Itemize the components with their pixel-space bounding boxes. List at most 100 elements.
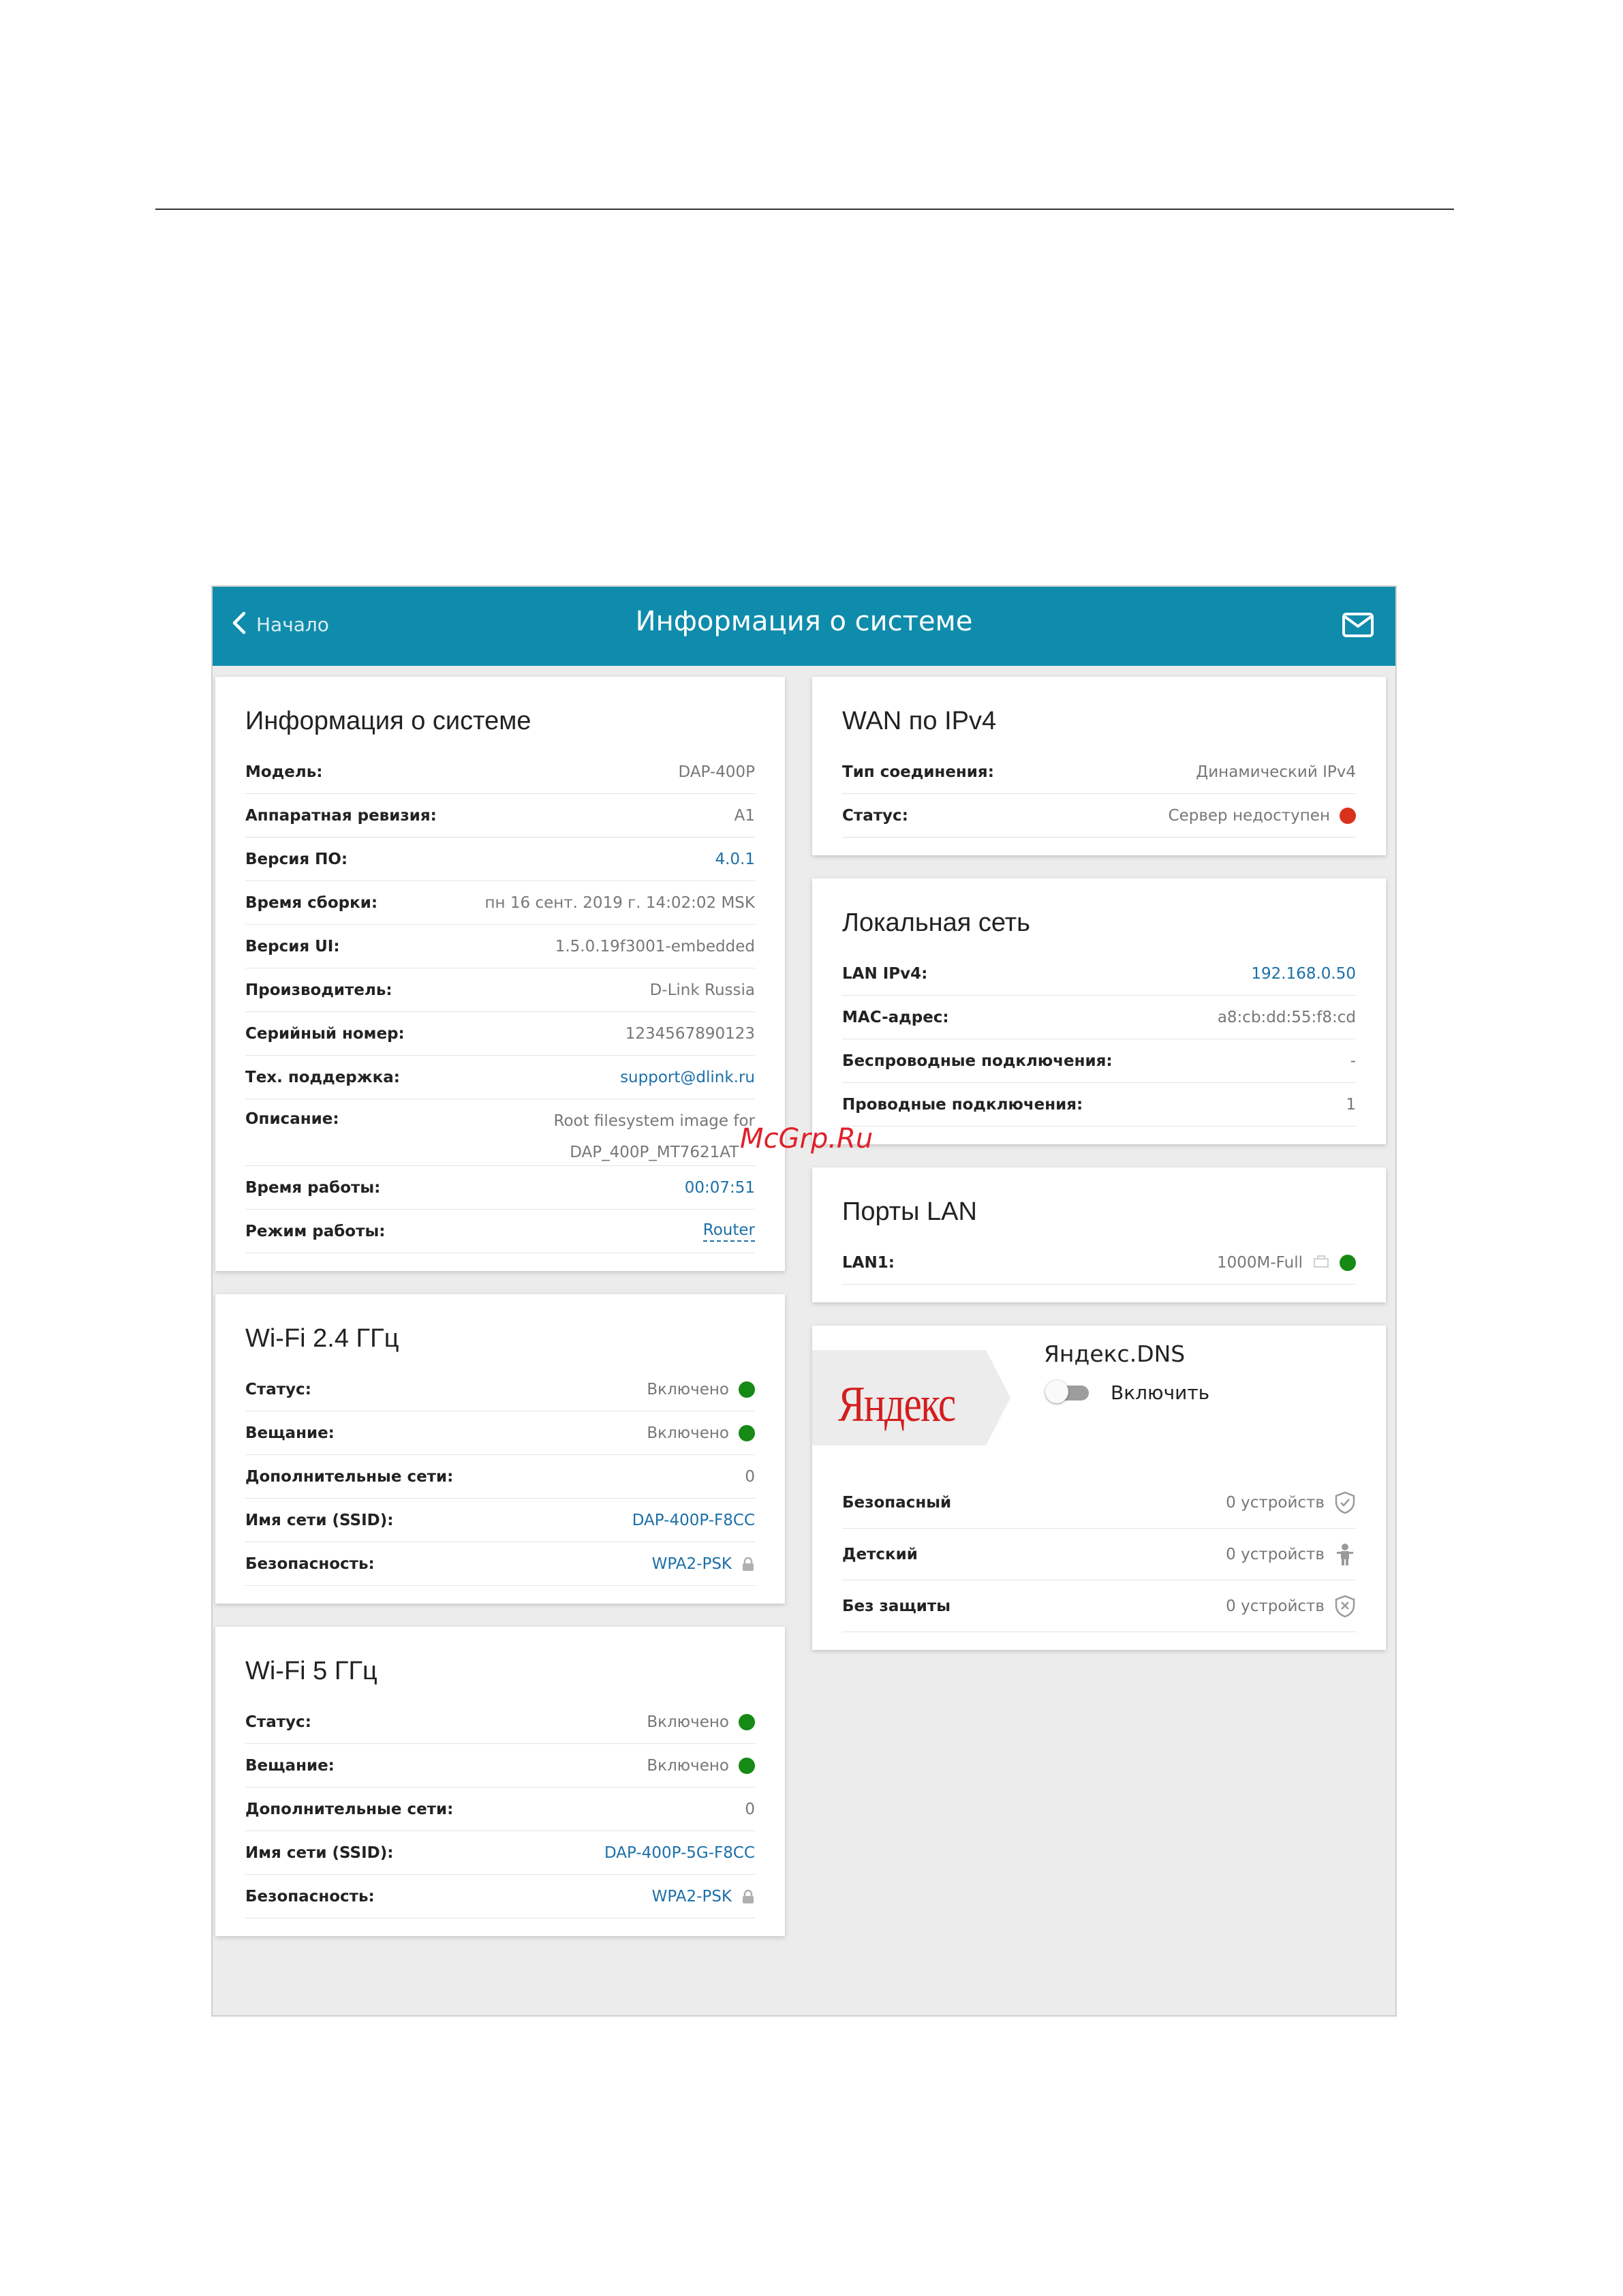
security-link[interactable]: WPA2-PSK — [652, 1555, 732, 1573]
info-row: Производитель: D-Link Russia — [245, 968, 755, 1012]
info-row: Описание: Root filesystem image for DAP_… — [245, 1099, 755, 1166]
ethernet-port-icon — [1312, 1253, 1330, 1272]
row-label: MAC-адрес: — [842, 1008, 949, 1026]
row-label: Версия ПО: — [245, 850, 348, 868]
row-value: WPA2-PSK — [652, 1888, 755, 1905]
status-dot-icon — [1340, 1254, 1356, 1271]
card-title: Локальная сеть — [842, 908, 1030, 937]
security-link[interactable]: WPA2-PSK — [652, 1888, 732, 1905]
row-label: Статус: — [842, 806, 908, 825]
watermark-text: McGrp.Ru — [740, 1123, 874, 1154]
row-value: Сервер недоступен — [1169, 807, 1356, 825]
operation-mode-link[interactable]: Router — [702, 1221, 755, 1242]
description-value: Root filesystem image for DAP_400P_MT762… — [554, 1110, 756, 1163]
row-value: D-Link Russia — [649, 981, 755, 999]
row-value: 0 устройств — [1226, 1491, 1356, 1514]
child-icon — [1334, 1543, 1356, 1566]
card-title: Порты LAN — [842, 1197, 977, 1226]
status-dot-icon — [739, 1713, 755, 1730]
row-label: Описание: — [245, 1110, 339, 1128]
row-label: Статус: — [245, 1713, 311, 1731]
lan-ip-link[interactable]: 192.168.0.50 — [1251, 965, 1356, 983]
row-value: 0 — [745, 1800, 755, 1818]
info-row: Проводные подключения: 1 — [842, 1083, 1356, 1127]
info-row: Безопасность: WPA2-PSK — [245, 1542, 755, 1586]
card-title: Wi-Fi 5 ГГц — [245, 1657, 377, 1685]
row-value: DAP-400P — [678, 763, 755, 781]
row-label: Тип соединения: — [842, 763, 994, 781]
router-web-ui: Начало Информация о системе Информация о… — [211, 585, 1397, 2017]
row-label: Безопасность: — [245, 1887, 375, 1905]
ssid-link[interactable]: DAP-400P-F8CC — [632, 1512, 755, 1529]
row-label: LAN IPv4: — [842, 964, 928, 983]
row-value: Включено — [647, 1713, 755, 1731]
lock-icon — [741, 1557, 755, 1572]
status-text: Включено — [647, 1713, 729, 1731]
row-value: 1234567890123 — [625, 1024, 755, 1043]
status-dot-icon — [739, 1757, 755, 1774]
port-speed: 1000M-Full — [1216, 1253, 1303, 1272]
card-title: WAN по IPv4 — [842, 707, 997, 735]
dns-mode-row: Детский 0 устройств — [842, 1529, 1356, 1580]
info-row: Дополнительные сети: 0 — [245, 1455, 755, 1499]
yandex-dns-title: Яндекс.DNS — [1044, 1341, 1186, 1367]
row-label: Дополнительные сети: — [245, 1800, 454, 1818]
row-label: Статус: — [245, 1380, 311, 1398]
row-value: Включено — [647, 1424, 755, 1442]
row-value: 1 — [1346, 1095, 1356, 1114]
card-title: Wi-Fi 2.4 ГГц — [245, 1324, 399, 1353]
dns-mode-row: Безопасный 0 устройств — [842, 1477, 1356, 1529]
device-count: 0 устройств — [1226, 1545, 1325, 1563]
row-value: 0 устройств — [1226, 1595, 1356, 1618]
row-value: Включено — [647, 1381, 755, 1398]
status-dot-icon — [739, 1381, 755, 1398]
info-row: Беспроводные подключения: - — [842, 1039, 1356, 1083]
app-header: Начало Информация о системе — [213, 587, 1395, 666]
firmware-version-link[interactable]: 4.0.1 — [715, 851, 755, 868]
status-text: Включено — [647, 1380, 729, 1398]
info-row: Дополнительные сети: 0 — [245, 1788, 755, 1831]
system-info-card: Информация о системе Модель: DAP-400P Апп… — [215, 677, 785, 1271]
page-title: Информация о системе — [635, 606, 973, 637]
notifications-button[interactable] — [1342, 613, 1374, 640]
row-label: Проводные подключения: — [842, 1095, 1083, 1114]
yandex-dns-toggle[interactable] — [1045, 1380, 1092, 1403]
shield-check-icon — [1334, 1491, 1356, 1514]
row-label: Версия UI: — [245, 937, 340, 955]
row-label: Беспроводные подключения: — [842, 1052, 1113, 1070]
row-label: Аппаратная ревизия: — [245, 806, 437, 825]
row-label: Время сборки: — [245, 893, 378, 912]
info-row: Вещание: Включено — [245, 1744, 755, 1788]
row-label: Дополнительные сети: — [245, 1467, 454, 1486]
page-top-rule — [155, 209, 1454, 210]
right-column: WAN по IPv4 Тип соединения: Динамический … — [812, 677, 1386, 1673]
row-label: Без защиты — [842, 1597, 951, 1615]
row-value: 0 — [745, 1467, 755, 1486]
device-count: 0 устройств — [1226, 1597, 1325, 1615]
status-dot-icon — [739, 1424, 755, 1441]
description-line-1: Root filesystem image for — [553, 1112, 756, 1130]
status-text: Сервер недоступен — [1168, 806, 1330, 825]
ssid-link[interactable]: DAP-400P-5G-F8CC — [604, 1844, 755, 1862]
row-label: Имя сети (SSID): — [245, 1843, 394, 1862]
shield-x-icon — [1334, 1595, 1356, 1618]
row-value: 1.5.0.19f3001-embedded — [555, 937, 755, 955]
info-row: Время работы: 00:07:51 — [245, 1166, 755, 1210]
info-row: Версия UI: 1.5.0.19f3001-embedded — [245, 925, 755, 968]
row-value: Динамический IPv4 — [1196, 763, 1356, 781]
lan-ports-card: Порты LAN LAN1: 1000M-Full — [812, 1167, 1386, 1302]
row-label: Модель: — [245, 763, 323, 781]
row-label: Тех. поддержка: — [245, 1068, 400, 1086]
row-value: WPA2-PSK — [652, 1555, 755, 1573]
yandex-logo: Яндекс — [838, 1377, 956, 1433]
row-value: 1000M-Full — [1217, 1253, 1356, 1272]
row-value: пн 16 сент. 2019 г. 14:02:02 MSK — [484, 893, 755, 912]
left-column: Информация о системе Модель: DAP-400P Апп… — [215, 677, 785, 1959]
row-label: Производитель: — [245, 981, 392, 999]
description-line-2: DAP_400P_MT7621AT — [570, 1144, 739, 1161]
card-title: Информация о системе — [245, 707, 531, 735]
yandex-banner: Яндекс Яндекс.DNS Включить — [812, 1326, 1386, 1445]
support-email-link[interactable]: support@dlink.ru — [620, 1069, 755, 1086]
mode-value: Router — [702, 1221, 755, 1242]
toggle-label: Включить — [1111, 1381, 1210, 1404]
